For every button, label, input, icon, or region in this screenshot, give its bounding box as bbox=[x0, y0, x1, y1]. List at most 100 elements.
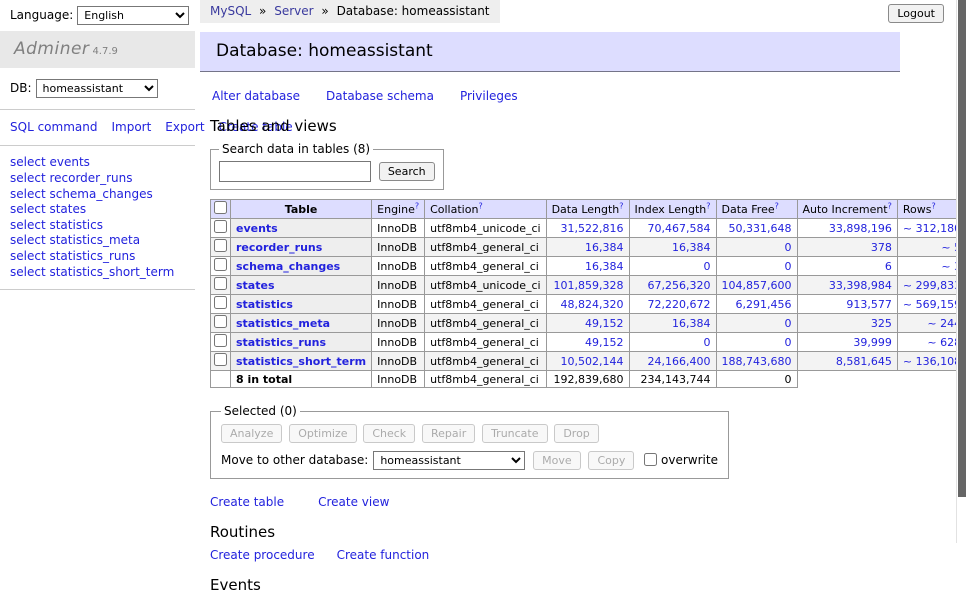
index-length-link[interactable]: 0 bbox=[704, 260, 711, 273]
index-length-link[interactable]: 0 bbox=[704, 336, 711, 349]
help-link[interactable]: ? bbox=[478, 201, 482, 210]
create-table-link[interactable]: Create table bbox=[210, 495, 284, 509]
row-checkbox[interactable] bbox=[214, 277, 227, 290]
database-schema-link[interactable]: Database schema bbox=[326, 89, 434, 103]
row-checkbox[interactable] bbox=[214, 353, 227, 366]
privileges-link[interactable]: Privileges bbox=[460, 89, 518, 103]
auto-increment-link[interactable]: 33,398,984 bbox=[829, 279, 892, 292]
overwrite-checkbox[interactable] bbox=[644, 453, 657, 466]
auto-increment-link[interactable]: 913,577 bbox=[846, 298, 892, 311]
data-free-link[interactable]: 0 bbox=[785, 336, 792, 349]
data-length-link[interactable]: 101,859,328 bbox=[554, 279, 624, 292]
table-link[interactable]: states bbox=[236, 279, 275, 292]
data-free-link[interactable]: 6,291,456 bbox=[736, 298, 792, 311]
sidebar-export-link[interactable]: Export bbox=[165, 120, 204, 134]
index-length-link[interactable]: 70,467,584 bbox=[648, 222, 711, 235]
breadcrumb-separator: » bbox=[259, 4, 266, 18]
row-checkbox[interactable] bbox=[214, 296, 227, 309]
sidebar-select-statistics-short-term-link[interactable]: select statistics_short_term bbox=[10, 265, 195, 281]
data-length-link[interactable]: 16,384 bbox=[585, 260, 624, 273]
create-procedure-link[interactable]: Create procedure bbox=[210, 548, 315, 562]
copy-button[interactable]: Copy bbox=[588, 451, 634, 470]
data-length-link[interactable]: 48,824,320 bbox=[561, 298, 624, 311]
data-length-link[interactable]: 31,522,816 bbox=[561, 222, 624, 235]
row-checkbox[interactable] bbox=[214, 334, 227, 347]
help-link[interactable]: ? bbox=[619, 201, 623, 210]
table-link[interactable]: statistics_runs bbox=[236, 336, 326, 349]
data-free-link[interactable]: 0 bbox=[785, 260, 792, 273]
language-select[interactable]: English bbox=[77, 6, 189, 25]
analyze-button[interactable]: Analyze bbox=[221, 424, 282, 443]
table-link[interactable]: statistics_short_term bbox=[236, 355, 366, 368]
help-link[interactable]: ? bbox=[888, 201, 892, 210]
drop-button[interactable]: Drop bbox=[554, 424, 598, 443]
data-free-link[interactable]: 0 bbox=[785, 317, 792, 330]
row-checkbox[interactable] bbox=[214, 239, 227, 252]
table-link[interactable]: recorder_runs bbox=[236, 241, 322, 254]
db-select[interactable]: homeassistant bbox=[36, 79, 158, 98]
move-button[interactable]: Move bbox=[533, 451, 581, 470]
select-all-checkbox[interactable] bbox=[214, 201, 227, 214]
sidebar-select-statistics-runs-link[interactable]: select statistics_runs bbox=[10, 249, 195, 265]
index-length-link[interactable]: 67,256,320 bbox=[648, 279, 711, 292]
create-function-link[interactable]: Create function bbox=[337, 548, 430, 562]
alter-database-link[interactable]: Alter database bbox=[212, 89, 300, 103]
data-free-link[interactable]: 188,743,680 bbox=[722, 355, 792, 368]
index-length-link[interactable]: 24,166,400 bbox=[648, 355, 711, 368]
index-length-link[interactable]: 16,384 bbox=[672, 317, 711, 330]
row-checkbox[interactable] bbox=[214, 315, 227, 328]
truncate-button[interactable]: Truncate bbox=[482, 424, 547, 443]
scrollbar-thumb[interactable] bbox=[958, 0, 966, 497]
table-link[interactable]: statistics_meta bbox=[236, 317, 330, 330]
table-link[interactable]: statistics bbox=[236, 298, 293, 311]
scrollbar[interactable] bbox=[956, 0, 966, 543]
help-link[interactable]: ? bbox=[706, 201, 710, 210]
logout-button[interactable]: Logout bbox=[888, 4, 944, 23]
create-view-link[interactable]: Create view bbox=[318, 495, 389, 509]
rows-count-link[interactable]: ~ 136,108 bbox=[903, 355, 961, 368]
rows-count-link[interactable]: ~ 569,159 bbox=[903, 298, 961, 311]
table-link[interactable]: events bbox=[236, 222, 278, 235]
data-length-link[interactable]: 16,384 bbox=[585, 241, 624, 254]
data-length-link[interactable]: 10,502,144 bbox=[561, 355, 624, 368]
breadcrumb-server-link[interactable]: Server bbox=[274, 4, 313, 18]
rows-count-link[interactable]: ~ 312,180 bbox=[903, 222, 961, 235]
data-length-link[interactable]: 49,152 bbox=[585, 336, 624, 349]
data-free-link[interactable]: 50,331,648 bbox=[729, 222, 792, 235]
check-button[interactable]: Check bbox=[363, 424, 415, 443]
sidebar-sql-command-link[interactable]: SQL command bbox=[10, 120, 97, 134]
rows-count-link[interactable]: ~ 299,833 bbox=[903, 279, 961, 292]
table-link[interactable]: schema_changes bbox=[236, 260, 340, 273]
data-free-link[interactable]: 0 bbox=[785, 241, 792, 254]
index-length-link[interactable]: 72,220,672 bbox=[648, 298, 711, 311]
help-link[interactable]: ? bbox=[931, 201, 935, 210]
sidebar-import-link[interactable]: Import bbox=[111, 120, 151, 134]
auto-increment-link[interactable]: 8,581,645 bbox=[836, 355, 892, 368]
auto-increment-link[interactable]: 39,999 bbox=[853, 336, 892, 349]
auto-increment-link[interactable]: 6 bbox=[885, 260, 892, 273]
sidebar-divider bbox=[0, 109, 195, 110]
index-length-link[interactable]: 16,384 bbox=[672, 241, 711, 254]
help-link[interactable]: ? bbox=[775, 201, 779, 210]
optimize-button[interactable]: Optimize bbox=[289, 424, 356, 443]
data-length-link[interactable]: 49,152 bbox=[585, 317, 624, 330]
breadcrumb-mysql-link[interactable]: MySQL bbox=[210, 4, 251, 18]
auto-increment-link[interactable]: 33,898,196 bbox=[829, 222, 892, 235]
search-input[interactable] bbox=[219, 161, 371, 182]
auto-increment-link[interactable]: 325 bbox=[871, 317, 892, 330]
repair-button[interactable]: Repair bbox=[422, 424, 475, 443]
sidebar-select-statistics-link[interactable]: select statistics bbox=[10, 218, 195, 234]
data-free-link[interactable]: 104,857,600 bbox=[722, 279, 792, 292]
sidebar-select-recorder-runs-link[interactable]: select recorder_runs bbox=[10, 171, 195, 187]
sidebar-select-schema-changes-link[interactable]: select schema_changes bbox=[10, 187, 195, 203]
sidebar-select-events-link[interactable]: select events bbox=[10, 155, 195, 171]
page-title: Database: homeassistant bbox=[216, 41, 884, 61]
auto-increment-link[interactable]: 378 bbox=[871, 241, 892, 254]
move-database-select[interactable]: homeassistant bbox=[373, 451, 525, 470]
row-checkbox[interactable] bbox=[214, 258, 227, 271]
row-checkbox[interactable] bbox=[214, 220, 227, 233]
sidebar-select-statistics-meta-link[interactable]: select statistics_meta bbox=[10, 233, 195, 249]
search-button[interactable]: Search bbox=[379, 162, 435, 181]
help-link[interactable]: ? bbox=[415, 201, 419, 210]
sidebar-select-states-link[interactable]: select states bbox=[10, 202, 195, 218]
